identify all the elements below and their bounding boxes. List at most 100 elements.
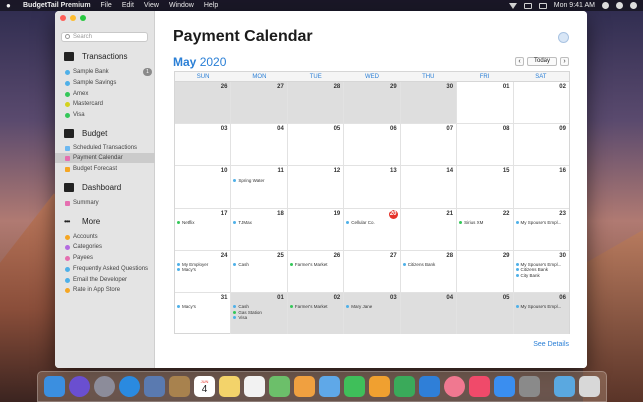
finder-icon[interactable] [44,376,65,397]
sidebar-item-accounts[interactable]: Accounts [62,232,155,242]
calendar-day-cell[interactable]: 21 [401,208,458,250]
next-month-button[interactable]: › [560,57,569,66]
pages-icon[interactable] [369,376,390,397]
facetime-icon[interactable] [344,376,365,397]
sidebar-item-categories[interactable]: Categories [62,242,155,252]
music-icon[interactable] [469,376,490,397]
budgettail-icon[interactable] [444,376,465,397]
calendar-day-cell[interactable]: 31 Macy's [175,292,232,335]
calendar-day-cell[interactable]: 03 [175,124,232,166]
notes-icon[interactable] [219,376,240,397]
payment-event[interactable]: Citizens Bank [402,262,454,268]
calendar-day-cell[interactable]: 04 [231,124,288,166]
calendar-day-cell[interactable]: 17 Netflix [175,208,232,250]
sidebar-item-email-developer[interactable]: Email the Developer [62,275,155,285]
calendar-day-cell[interactable]: 07 [401,124,458,166]
calendar-day-cell[interactable]: 26 [175,82,232,124]
calendar-day-cell[interactable]: 19 [288,208,345,250]
sidebar-item-visa[interactable]: Visa [62,110,155,120]
safari-icon[interactable] [119,376,140,397]
calendar-day-cell[interactable]: 12 [288,166,345,208]
sidebar-item-sample-bank[interactable]: Sample Bank 1 [62,67,155,77]
calendar-day-cell[interactable]: 29 [457,250,514,292]
payment-event[interactable]: Spring Water [233,177,284,183]
sidebar-item-scheduled-transactions[interactable]: Scheduled Transactions [62,143,155,153]
calendar-day-cell[interactable]: 06 [344,124,401,166]
spotlight-icon[interactable] [602,2,609,9]
calendar-icon[interactable]: JUN 4 [194,376,215,397]
notification-center-icon[interactable] [630,2,637,9]
apple-menu-icon[interactable]: ● [6,1,14,10]
calendar-day-cell[interactable]: 25 Cash [231,250,288,292]
preview-icon[interactable] [144,376,165,397]
trend-chart-button[interactable] [558,32,569,43]
calendar-day-cell[interactable]: 28 [287,82,345,124]
sidebar-item-summary[interactable]: Summary [62,198,155,208]
minimize-window-icon[interactable] [70,15,76,21]
launchpad-icon[interactable] [94,376,115,397]
calendar-day-cell[interactable]: 05 [457,292,514,335]
calendar-day-cell[interactable]: 20 Cellular Co. [344,208,401,250]
menu-window[interactable]: Window [169,2,194,9]
calendar-day-cell[interactable]: 18 TJMax [231,208,288,250]
calendar-day-cell[interactable]: 06 My Spouse's Empl... [513,292,569,335]
calendar-day-cell[interactable]: 30 My Spouse's Empl... Citizens Bank City B… [514,251,569,292]
payment-event[interactable]: TJMax [233,220,284,226]
payment-event[interactable]: My Spouse's Empl... [515,262,567,268]
calendar-day-cell[interactable]: 05 [288,124,345,166]
payment-event[interactable]: Cash [233,262,284,268]
clock[interactable]: Mon 9:41 AM [554,2,595,9]
sidebar-item-payment-calendar[interactable]: Payment Calendar [55,153,155,163]
menu-file[interactable]: File [101,2,112,9]
payment-event[interactable]: Macy's [177,267,228,273]
payment-event[interactable]: City Bank [515,273,567,279]
app-store-icon[interactable] [494,376,515,397]
payment-event[interactable]: Farmer's Market [289,262,341,268]
calendar-day-cell[interactable]: 29 [344,82,401,124]
display-icon[interactable] [538,2,547,9]
payment-event[interactable]: Sirius XM [459,220,510,226]
sidebar-item-sample-savings[interactable]: Sample Savings [62,78,155,88]
downloads-folder-icon[interactable] [554,376,575,397]
payment-event[interactable]: My Spouse's Empl... [515,304,567,310]
calendar-day-cell[interactable]: 03 Mary Jane [344,292,401,335]
payment-event[interactable]: Netflix [177,220,228,226]
sidebar-item-budget-forecast[interactable]: Budget Forecast [62,164,155,174]
messages-icon[interactable] [319,376,340,397]
sidebar-item-payees[interactable]: Payees [62,253,155,263]
calendar-day-cell[interactable]: 28 Citizens Bank [401,250,458,292]
payment-event[interactable]: Macy's [177,304,228,310]
notes-brown-icon[interactable] [169,376,190,397]
menu-view[interactable]: View [144,2,159,9]
reminders-icon[interactable] [244,376,265,397]
siri-icon[interactable] [69,376,90,397]
wifi-icon[interactable] [508,2,517,9]
user-icon[interactable] [616,2,623,9]
payment-event[interactable]: Visa [233,315,284,321]
payment-event[interactable]: Mary Jane [346,304,397,310]
calendar-day-cell[interactable]: 22 Sirius XM [457,208,514,250]
calendar-day-cell[interactable]: 16 [514,166,569,207]
today-button[interactable]: Today [526,57,557,66]
prev-month-button[interactable]: ‹ [514,57,524,66]
app-menu[interactable]: BudgetTail Premium [23,2,91,9]
battery-icon[interactable] [523,2,532,9]
calendar-day-cell[interactable]: 26 Farmer's Market [288,250,345,292]
calendar-day-cell[interactable]: 27 [344,250,401,292]
calendar-day-cell[interactable]: 01 Cash Gas Station Visa [231,292,288,335]
maps-icon[interactable] [269,376,290,397]
numbers-icon[interactable] [394,376,415,397]
search-input[interactable]: Search [61,32,148,42]
zoom-window-icon[interactable] [80,15,86,21]
calendar-day-cell[interactable]: 24 My Employer Macy's [175,250,232,292]
calendar-day-cell[interactable]: 15 [457,166,514,208]
payment-event[interactable]: Cellular Co. [346,220,397,226]
calendar-day-cell[interactable]: 30 [400,82,458,124]
menu-help[interactable]: Help [204,2,218,9]
calendar-day-cell[interactable]: 23 My Spouse's Empl... [514,209,569,250]
calendar-day-cell[interactable]: 08 [457,124,514,166]
calendar-day-cell[interactable]: 14 [401,166,458,208]
sidebar-item-mastercard[interactable]: Mastercard [62,99,155,109]
see-details-link[interactable]: See Details [533,341,569,348]
calendar-day-cell[interactable]: 11 Spring Water [231,166,288,208]
